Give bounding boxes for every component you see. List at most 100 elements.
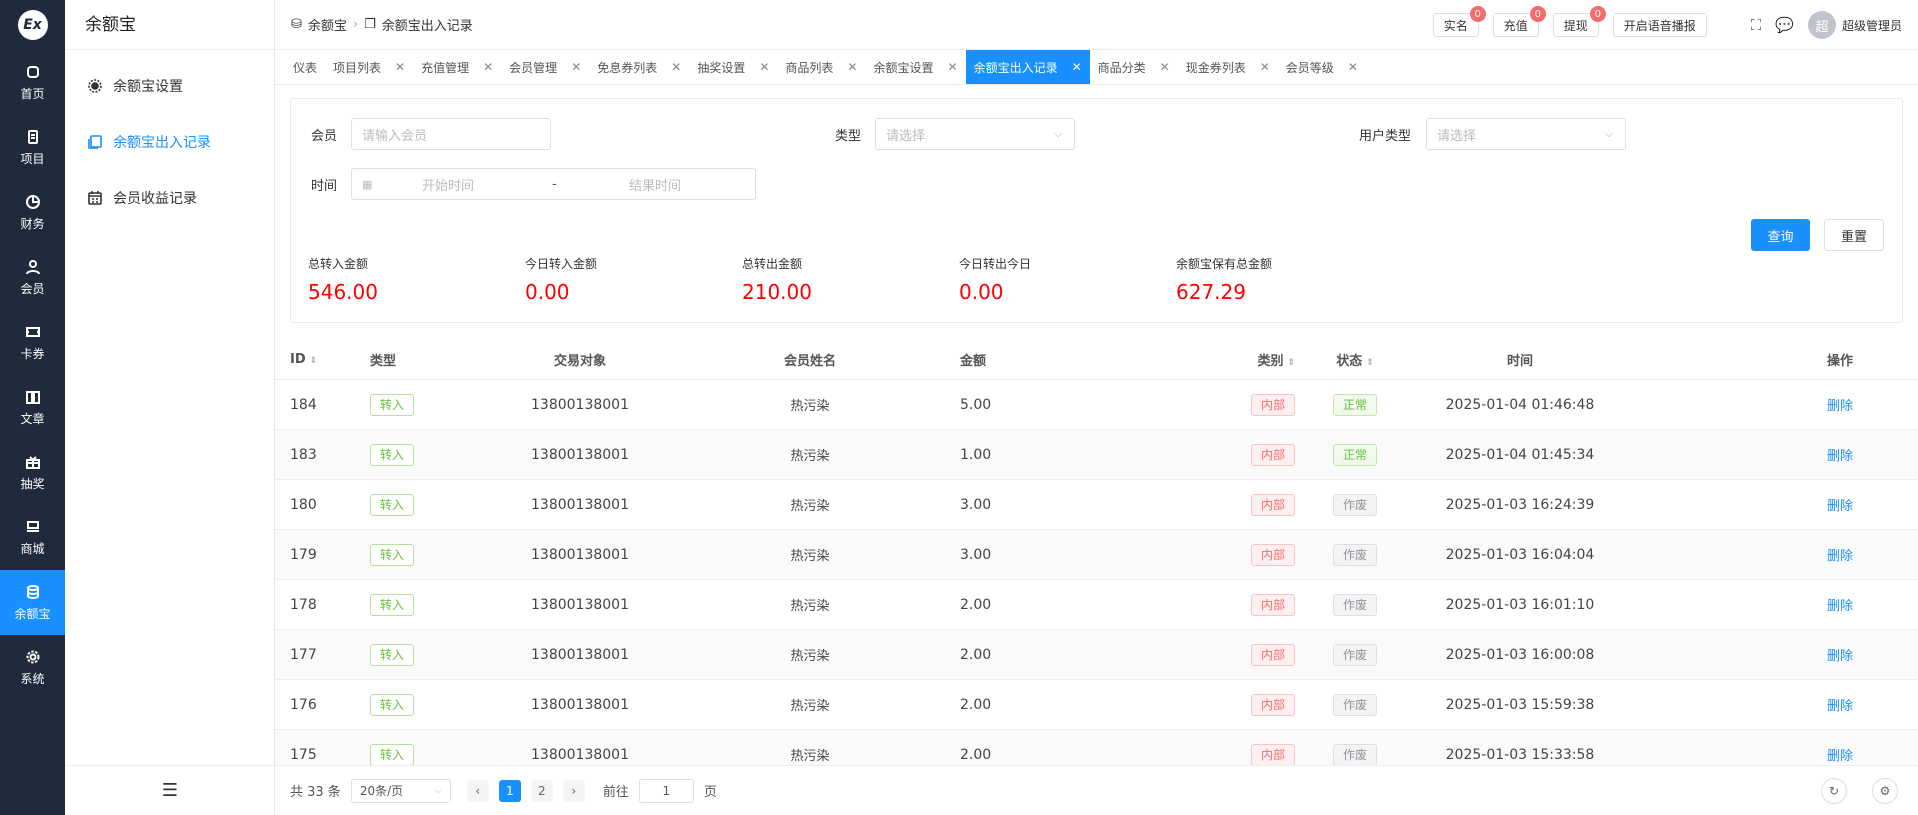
rail-item-gear[interactable]: 系统 bbox=[0, 635, 65, 700]
tab-3[interactable]: 会员管理 ✕ bbox=[501, 50, 589, 84]
type-select[interactable]: 请选择 ⌵ bbox=[875, 118, 1075, 150]
status-badge: 正常 bbox=[1332, 393, 1377, 416]
sort-icon[interactable]: ⇕ bbox=[1287, 358, 1295, 368]
recharge-button[interactable]: 充值 0 bbox=[1492, 6, 1546, 37]
page-button[interactable]: 1 bbox=[498, 779, 521, 802]
tab-7[interactable]: 余额宝设置 ✕ bbox=[865, 50, 965, 84]
status-badge: 作废 bbox=[1332, 743, 1377, 766]
query-button[interactable]: 查询 bbox=[1751, 219, 1810, 251]
cell-status: 作废 bbox=[1305, 543, 1405, 566]
close-icon[interactable]: ✕ bbox=[1160, 60, 1170, 74]
next-page-button[interactable]: › bbox=[562, 779, 585, 802]
sort-icon[interactable]: ⇕ bbox=[1366, 358, 1374, 368]
tab-0[interactable]: 仪表 bbox=[285, 50, 325, 84]
tab-5[interactable]: 抽奖设置 ✕ bbox=[689, 50, 777, 84]
close-icon[interactable]: ✕ bbox=[395, 60, 405, 74]
rail-item-dashboard[interactable]: 首页 bbox=[0, 50, 65, 115]
rail-item-label: 文章 bbox=[20, 411, 45, 426]
cell-id: 180 bbox=[290, 496, 317, 513]
col-category-header[interactable]: 类别 ⇕ bbox=[1065, 350, 1305, 369]
type-tag: 转入 bbox=[370, 693, 415, 716]
tab-label: 项目列表 bbox=[333, 60, 382, 75]
delete-link[interactable]: 删除 bbox=[1827, 399, 1853, 414]
message-icon[interactable]: 💬 bbox=[1775, 16, 1794, 34]
close-icon[interactable]: ✕ bbox=[948, 60, 958, 74]
tab-1[interactable]: 项目列表 ✕ bbox=[325, 50, 413, 84]
start-date-input[interactable]: 开始时间 bbox=[422, 175, 474, 194]
ticket-icon bbox=[25, 326, 40, 337]
close-icon[interactable]: ✕ bbox=[1348, 60, 1358, 74]
realname-button[interactable]: 实名 0 bbox=[1432, 6, 1486, 37]
voice-broadcast-button[interactable]: 开启语音播报 bbox=[1612, 13, 1707, 37]
goto-page-input[interactable]: 1 bbox=[638, 778, 694, 803]
usertype-select[interactable]: 请选择 ⌵ bbox=[1426, 118, 1626, 150]
delete-link[interactable]: 删除 bbox=[1827, 549, 1853, 564]
rail-item-shop[interactable]: 商城 bbox=[0, 505, 65, 570]
chevron-down-icon: ⌵ bbox=[434, 785, 442, 796]
refresh-icon[interactable]: ↻ bbox=[1821, 778, 1847, 804]
sidebar: 余额宝 余额宝设置 余额宝出入记录 会员收益记录 ☰ bbox=[65, 0, 275, 815]
delete-link[interactable]: 删除 bbox=[1827, 599, 1853, 614]
tab-9[interactable]: 商品分类 ✕ bbox=[1090, 50, 1178, 84]
close-icon[interactable]: ✕ bbox=[671, 60, 681, 74]
delete-link[interactable]: 删除 bbox=[1827, 699, 1853, 714]
rail-item-gift[interactable]: 抽奖 bbox=[0, 440, 65, 505]
tab-11[interactable]: 会员等级 ✕ bbox=[1278, 50, 1366, 84]
rail-item-project[interactable]: 项目 bbox=[0, 115, 65, 180]
withdraw-badge: 0 bbox=[1589, 6, 1606, 22]
category-tag: 内部 bbox=[1250, 643, 1295, 666]
rail-item-article[interactable]: 文章 bbox=[0, 375, 65, 440]
rail-item-member[interactable]: 会员 bbox=[0, 245, 65, 310]
end-date-input[interactable]: 结果时间 bbox=[629, 175, 681, 194]
cell-action: 删除 bbox=[1635, 395, 1898, 414]
close-icon[interactable]: ✕ bbox=[847, 60, 857, 74]
user-menu[interactable]: 超 超级管理员 bbox=[1807, 11, 1902, 39]
sidebar-item-earnings[interactable]: 会员收益记录 bbox=[65, 170, 274, 226]
rail-item-ticket[interactable]: 卡券 bbox=[0, 310, 65, 375]
rail-item-finance[interactable]: 财务 bbox=[0, 180, 65, 245]
sidebar-item-settings[interactable]: 余额宝设置 bbox=[65, 58, 274, 114]
tab-10[interactable]: 现金券列表 ✕ bbox=[1178, 50, 1278, 84]
cell-target: 13800138001 bbox=[531, 646, 629, 663]
stat-card: 今日转入金额 0.00 bbox=[525, 255, 597, 304]
withdraw-button[interactable]: 提现 0 bbox=[1552, 6, 1606, 37]
close-icon[interactable]: ✕ bbox=[571, 60, 581, 74]
member-icon bbox=[25, 259, 40, 274]
close-icon[interactable]: ✕ bbox=[1072, 60, 1082, 74]
stat-card: 余额宝保有总金额 627.29 bbox=[1176, 255, 1272, 304]
collapse-menu-icon[interactable]: ☰ bbox=[65, 765, 275, 815]
page-button[interactable]: 2 bbox=[530, 779, 553, 802]
col-status-header[interactable]: 状态 ⇕ bbox=[1305, 350, 1405, 369]
sidebar-item-records[interactable]: 余额宝出入记录 bbox=[65, 114, 274, 170]
col-id-header[interactable]: ID ⇕ bbox=[275, 352, 355, 367]
sidebar-item-label: 会员收益记录 bbox=[113, 191, 197, 207]
page-unit-label: 页 bbox=[703, 785, 717, 800]
delete-link[interactable]: 删除 bbox=[1827, 749, 1853, 764]
delete-link[interactable]: 删除 bbox=[1827, 649, 1853, 664]
sort-icon[interactable]: ⇕ bbox=[310, 356, 318, 366]
fullscreen-icon[interactable]: ⛶ bbox=[1751, 16, 1762, 34]
rail-item-database[interactable]: 余额宝 bbox=[0, 570, 65, 635]
close-icon[interactable]: ✕ bbox=[1260, 60, 1270, 74]
date-range-picker[interactable]: ▦ 开始时间 - 结果时间 bbox=[351, 168, 756, 200]
delete-link[interactable]: 删除 bbox=[1827, 499, 1853, 514]
page-size-select[interactable]: 20条/页 ⌵ bbox=[350, 778, 451, 803]
settings-icon[interactable]: ⚙ bbox=[1872, 778, 1898, 804]
reset-button[interactable]: 重置 bbox=[1824, 219, 1884, 251]
tab-4[interactable]: 免息券列表 ✕ bbox=[589, 50, 689, 84]
stat-value: 0.00 bbox=[959, 280, 1004, 304]
tab-2[interactable]: 充值管理 ✕ bbox=[413, 50, 501, 84]
tab-6[interactable]: 商品列表 ✕ bbox=[777, 50, 865, 84]
close-icon[interactable]: ✕ bbox=[483, 60, 493, 74]
rail-item-label: 商城 bbox=[20, 541, 45, 556]
cell-amount: 1.00 bbox=[960, 446, 992, 463]
delete-link[interactable]: 删除 bbox=[1827, 449, 1853, 464]
category-tag: 内部 bbox=[1250, 393, 1295, 416]
cell-category: 内部 bbox=[1065, 393, 1305, 416]
tab-8[interactable]: 余额宝出入记录 ✕ bbox=[965, 50, 1090, 84]
member-input[interactable]: 请输入会员 bbox=[351, 118, 551, 150]
breadcrumb-item[interactable]: 余额宝 bbox=[308, 15, 347, 34]
close-icon[interactable]: ✕ bbox=[759, 60, 769, 74]
table-header: ID ⇕ 类型 交易对象 会员姓名 金额 类别 ⇕ 状态 ⇕ 时间 操作 bbox=[275, 340, 1918, 380]
prev-page-button[interactable]: ‹ bbox=[466, 779, 489, 802]
